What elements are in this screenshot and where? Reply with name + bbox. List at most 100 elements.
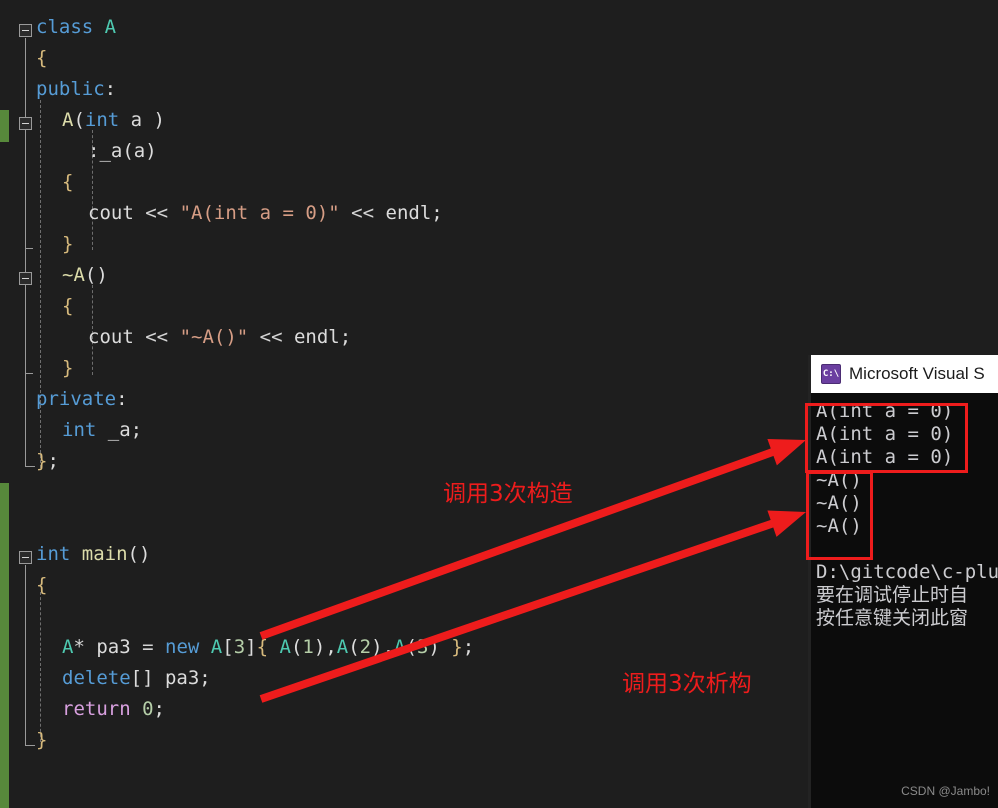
console-app-icon: C:\ xyxy=(821,364,841,384)
outline-foot-line xyxy=(25,248,33,249)
code-token: private xyxy=(36,388,117,410)
code-token: ) xyxy=(145,140,157,162)
code-token: ; xyxy=(47,450,59,472)
code-line[interactable]: cout << "A(int a = 0)" << endl; xyxy=(88,198,443,229)
code-token: delete xyxy=(62,667,131,689)
code-line[interactable]: return 0; xyxy=(62,694,165,725)
code-line[interactable]: A* pa3 = new A[3]{ A(1),A(2),A(3) }; xyxy=(62,632,474,663)
code-token: = xyxy=(142,636,154,658)
code-token: , xyxy=(382,636,395,658)
fold-toggle-class-a[interactable] xyxy=(19,24,32,37)
code-token: a ) xyxy=(119,109,165,131)
code-token: { xyxy=(36,574,48,596)
code-line[interactable]: } xyxy=(62,353,73,384)
code-line[interactable]: { xyxy=(36,570,47,601)
fold-toggle-main[interactable] xyxy=(19,551,32,564)
code-token: 2 xyxy=(359,636,372,658)
change-indicator-bar xyxy=(0,110,9,142)
fold-toggle-constructor[interactable] xyxy=(19,117,32,130)
code-line[interactable]: }; xyxy=(36,446,59,477)
code-token: ( xyxy=(348,636,360,658)
code-token: ) xyxy=(428,636,440,658)
console-window[interactable]: C:\ Microsoft Visual S A(int a = 0) A(int… xyxy=(808,355,998,808)
code-token: ( xyxy=(122,140,134,162)
console-output-line: ~A() xyxy=(816,515,862,537)
code-token: } xyxy=(36,729,48,751)
code-token: endl; xyxy=(374,202,443,224)
console-output-line: 按任意键关闭此窗 xyxy=(816,607,969,629)
code-line[interactable]: cout << "~A()" << endl; xyxy=(88,322,351,353)
code-token: ) xyxy=(313,636,326,658)
console-title-text: Microsoft Visual S xyxy=(849,364,985,383)
code-line[interactable]: public: xyxy=(36,74,116,105)
code-token: 0 xyxy=(142,698,154,720)
code-line[interactable]: { xyxy=(36,43,47,74)
console-title-bar[interactable]: C:\ Microsoft Visual S xyxy=(811,355,998,393)
code-line[interactable]: int main() xyxy=(36,539,150,570)
code-token: << xyxy=(259,326,283,348)
code-token: ( xyxy=(73,109,85,131)
code-token: new xyxy=(165,636,200,658)
code-line[interactable]: delete[] pa3; xyxy=(62,663,211,694)
code-token: } xyxy=(439,636,463,658)
code-token: << xyxy=(145,202,169,224)
code-line[interactable]: } xyxy=(36,725,47,756)
code-token: } xyxy=(62,357,74,379)
code-line[interactable]: { xyxy=(62,167,73,198)
code-token: A xyxy=(62,636,74,658)
code-line[interactable]: :_a(a) xyxy=(88,136,157,167)
outline-vertical-line xyxy=(25,38,26,466)
code-token: _a xyxy=(99,140,123,162)
code-line[interactable]: int _a; xyxy=(62,415,142,446)
console-output-line: A(int a = 0) xyxy=(816,446,954,468)
code-token: { xyxy=(256,636,280,658)
code-line[interactable]: { xyxy=(62,291,73,322)
console-output-line: 要在调试停止时自 xyxy=(816,584,969,606)
code-token: : xyxy=(116,388,128,410)
csdn-watermark: CSDN @Jambo! xyxy=(901,784,990,798)
code-token: << xyxy=(145,326,169,348)
code-token: int xyxy=(36,543,71,565)
code-line[interactable]: A(int a ) xyxy=(62,105,165,136)
code-token: public xyxy=(36,78,105,100)
code-token: pa3 xyxy=(84,636,143,658)
code-line[interactable]: ~A() xyxy=(62,260,108,291)
code-token: ] xyxy=(245,636,257,658)
code-editor[interactable]: class A{public: A(int a ):_a(a){cout << "… xyxy=(0,0,808,808)
code-line[interactable]: class A xyxy=(36,12,116,43)
code-token: cout xyxy=(88,202,134,224)
code-token: ( xyxy=(405,636,417,658)
code-token: return xyxy=(62,698,131,720)
code-token: ~ xyxy=(62,264,74,286)
code-token: , xyxy=(325,636,337,658)
console-output-line: A(int a = 0) xyxy=(816,400,954,422)
code-token: "A(int a = 0)" xyxy=(179,202,340,224)
fold-toggle-destructor[interactable] xyxy=(19,272,32,285)
outline-foot-line xyxy=(25,466,35,467)
code-line[interactable]: private: xyxy=(36,384,128,415)
code-token: () xyxy=(127,543,151,565)
code-token: class xyxy=(36,16,94,38)
code-token: * xyxy=(73,636,85,658)
code-token: a xyxy=(133,140,146,162)
console-output-line: ~A() xyxy=(816,492,862,514)
code-token: endl; xyxy=(282,326,352,348)
code-line[interactable]: } xyxy=(62,229,73,260)
code-token: { xyxy=(62,171,74,193)
code-token: A xyxy=(73,264,85,286)
change-indicator-bar xyxy=(0,483,9,808)
code-token: pa3; xyxy=(153,667,211,689)
console-output-line: A(int a = 0) xyxy=(816,423,954,445)
code-token: { xyxy=(62,295,74,317)
code-token: A xyxy=(394,636,406,658)
